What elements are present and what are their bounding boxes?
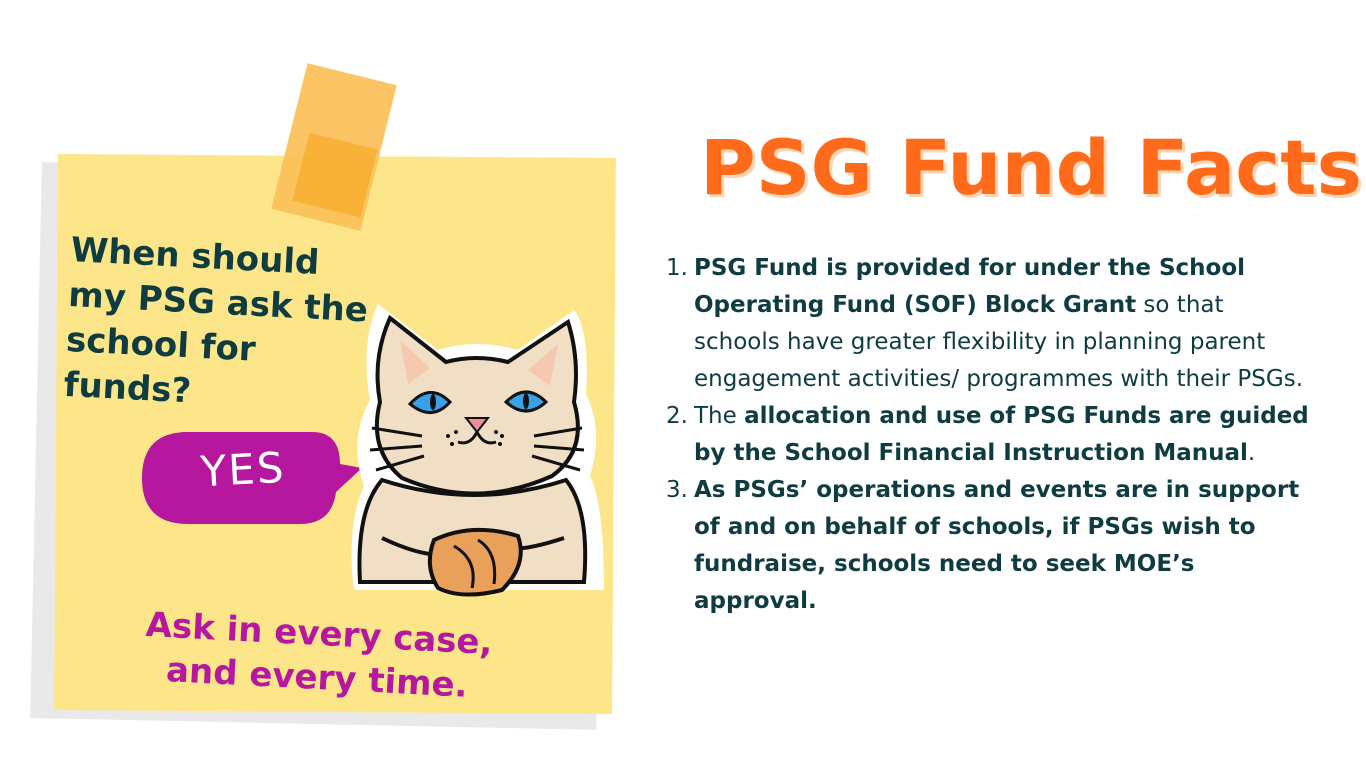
fact-number: 3. [666, 477, 688, 503]
fact-number: 2. [666, 403, 688, 429]
fact-number: 1. [666, 255, 688, 281]
fact-text: . [1247, 440, 1256, 466]
cat-illustration-icon [351, 304, 604, 597]
fact-bold: allocation and use of PSG Funds are guid… [694, 403, 1309, 466]
note-question: When should my PSG ask the school for fu… [62, 229, 369, 412]
fact-bold: As PSGs’ operations and events are in su… [694, 477, 1300, 614]
fact-item: 3. As PSGs’ operations and events are in… [666, 472, 1316, 620]
fact-item: 2. The allocation and use of PSG Funds a… [666, 398, 1316, 472]
bubble-text: YES [199, 442, 287, 497]
facts-list: 1. PSG Fund is provided for under the Sc… [666, 250, 1316, 620]
fact-text: The [694, 403, 745, 429]
fact-item: 1. PSG Fund is provided for under the Sc… [666, 250, 1316, 398]
page-title: PSG Fund Facts [700, 123, 1362, 212]
